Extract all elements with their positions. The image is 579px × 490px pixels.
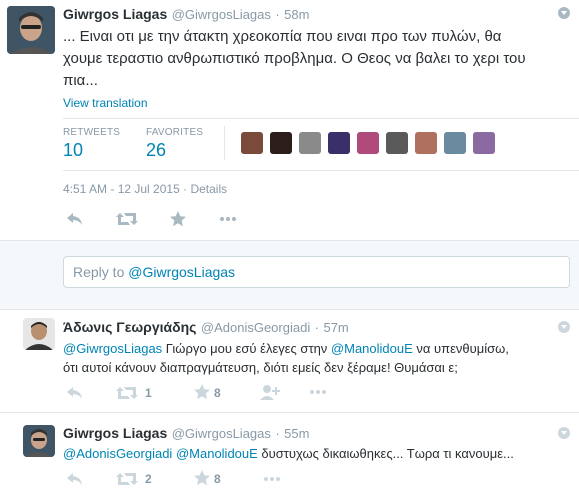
reply-input[interactable]: Reply to @GiwrgosLiagas <box>63 256 570 288</box>
avatar-photo <box>23 318 55 350</box>
avatar[interactable] <box>23 425 55 457</box>
avatar-photo <box>23 425 55 457</box>
retweets-label: RETWEETS <box>63 127 121 138</box>
view-translation-link[interactable]: View translation <box>63 96 148 110</box>
author-handle[interactable]: @AdonisGeorgiadi <box>201 320 310 335</box>
retweets-count[interactable]: 10 <box>63 140 83 161</box>
reply-placeholder-prefix: Reply to <box>73 264 129 280</box>
tweet-text-line: πια... <box>63 72 98 89</box>
more-options-icon[interactable] <box>558 321 570 333</box>
retweet-icon[interactable] <box>116 386 138 400</box>
retweet-icon[interactable] <box>116 212 138 226</box>
tweet-header: Άδωνις Γεωργιάδης @AdonisGeorgiadi · 57m <box>63 319 349 337</box>
favorites-count[interactable]: 26 <box>146 140 166 161</box>
divider <box>0 412 579 413</box>
tweet-header: Giwrgos Liagas @GiwrgosLiagas · 55m <box>63 425 309 443</box>
separator-dot: · <box>275 7 280 22</box>
details-link[interactable]: Details <box>190 182 227 196</box>
retweet-icon[interactable] <box>116 472 138 486</box>
reply-placeholder-mention: @GiwrgosLiagas <box>128 264 236 280</box>
author-name[interactable]: Giwrgos Liagas <box>63 425 167 441</box>
favoriter-avatar[interactable] <box>444 132 466 154</box>
mention-link[interactable]: @ManolidouE <box>176 446 258 461</box>
more-dots-icon[interactable] <box>310 389 326 395</box>
retweet-count: 1 <box>145 386 152 400</box>
tweet-text: @AdonisGeorgiadi @ManolidouE δυστυχως δι… <box>63 444 573 463</box>
more-dots-icon[interactable] <box>220 216 236 222</box>
author-name[interactable]: Giwrgos Liagas <box>63 6 167 22</box>
follow-user-icon[interactable] <box>260 384 280 400</box>
tweet-time[interactable]: 58m <box>284 7 309 22</box>
tweet-header: Giwrgos Liagas @GiwrgosLiagas · 58m <box>63 6 309 24</box>
retweet-count: 2 <box>145 472 152 486</box>
author-handle[interactable]: @GiwrgosLiagas <box>172 7 271 22</box>
tweet-text-span: να υπενθυμίσω, <box>412 341 509 356</box>
tweet-text-line: ότι αυτοί κάνουν διαπραγμάτευση, διότι ε… <box>63 360 458 375</box>
tweet-timestamp[interactable]: 4:51 AM - 12 Jul 2015 <box>63 182 180 196</box>
reply-icon[interactable] <box>66 472 84 486</box>
favoriter-avatar[interactable] <box>270 132 292 154</box>
tweet-time[interactable]: 57m <box>323 320 348 335</box>
favorites-label: FAVORITES <box>146 127 204 138</box>
favorite-star-icon[interactable] <box>194 384 210 400</box>
mention-link[interactable]: @AdonisGeorgiadi <box>63 446 172 461</box>
reply-icon[interactable] <box>66 212 84 226</box>
separator-dot: · <box>183 182 188 196</box>
favoriter-avatar[interactable] <box>241 132 263 154</box>
reply-icon[interactable] <box>66 386 84 400</box>
favoriter-avatar[interactable] <box>328 132 350 154</box>
more-options-icon[interactable] <box>558 427 570 439</box>
favorite-count: 8 <box>214 386 221 400</box>
divider <box>224 126 225 160</box>
divider <box>63 118 579 119</box>
tweet-timestamp-row: 4:51 AM - 12 Jul 2015 · Details <box>63 182 227 196</box>
favoriter-avatar[interactable] <box>357 132 379 154</box>
avatar[interactable] <box>23 318 55 350</box>
favoriter-avatar[interactable] <box>299 132 321 154</box>
tweet-text-span: Γιώργο μου εσύ έλεγες στην <box>162 341 331 356</box>
mention-link[interactable]: @ManolidouE <box>331 341 413 356</box>
divider <box>63 170 579 171</box>
mention-link[interactable]: @GiwrgosLiagas <box>63 341 162 356</box>
tweet-text-span: δυστυχως δικαιωθηκες... Τωρα τι κανουμε.… <box>257 446 514 461</box>
tweet-time[interactable]: 55m <box>284 426 309 441</box>
tweet-text-line: χουμε τεραστιο ανθρωπιστικό προβλημα. Ο … <box>63 50 526 67</box>
avatar[interactable] <box>7 6 55 54</box>
favorite-star-icon[interactable] <box>194 470 210 486</box>
separator-dot: · <box>314 320 320 335</box>
tweet-text: @GiwrgosLiagas Γιώργο μου εσύ έλεγες στη… <box>63 339 573 377</box>
favoriter-avatar[interactable] <box>473 132 495 154</box>
separator-dot: · <box>275 426 280 441</box>
more-options-icon[interactable] <box>558 7 570 19</box>
more-dots-icon[interactable] <box>264 476 280 482</box>
favoriter-avatar[interactable] <box>386 132 408 154</box>
author-name[interactable]: Άδωνις Γεωργιάδης <box>63 319 196 335</box>
avatar-photo <box>7 6 55 54</box>
tweet-text: ... Ειναι οτι με την άτακτη χρεοκοπία πο… <box>63 26 573 92</box>
favorite-count: 8 <box>214 472 221 486</box>
author-handle[interactable]: @GiwrgosLiagas <box>172 426 271 441</box>
tweet-text-line: ... Ειναι οτι με την άτακτη χρεοκοπία πο… <box>63 28 502 45</box>
favoriter-avatar[interactable] <box>415 132 437 154</box>
favorite-star-icon[interactable] <box>170 211 186 227</box>
